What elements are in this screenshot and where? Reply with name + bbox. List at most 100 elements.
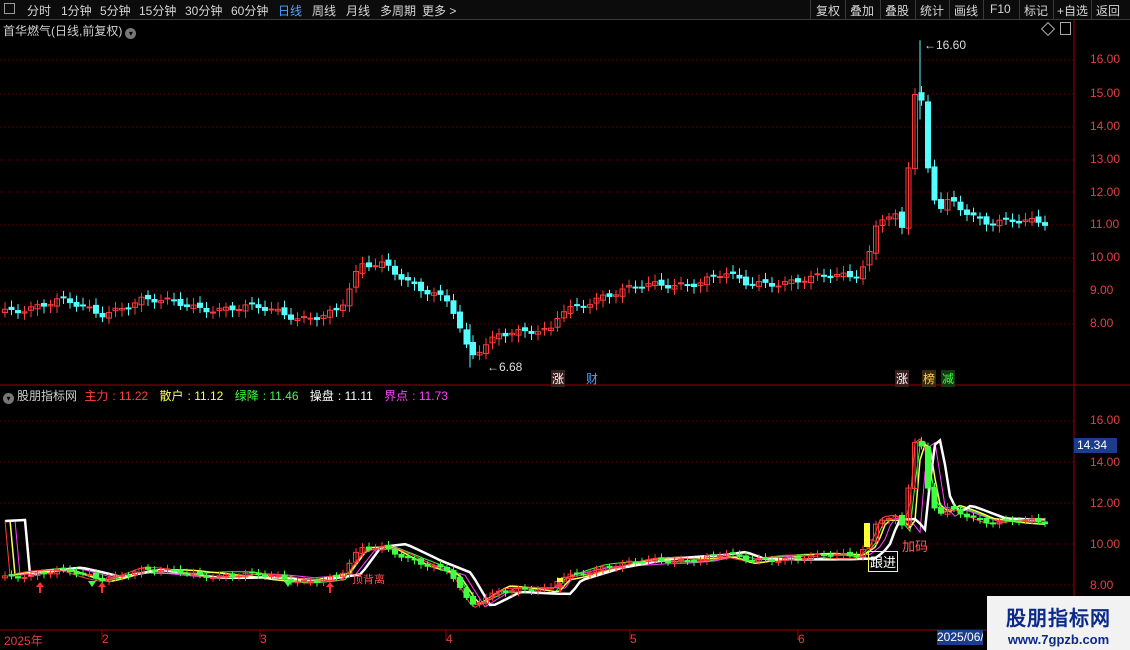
- collapse-icon[interactable]: ▾: [3, 393, 14, 404]
- candle-body: [762, 556, 769, 560]
- event-marker[interactable]: 涨: [895, 370, 910, 387]
- candle-body: [405, 555, 411, 559]
- candle-body: [1035, 216, 1042, 223]
- candle-body: [145, 566, 151, 570]
- candle-body: [509, 590, 515, 593]
- candle-body: [528, 330, 535, 334]
- candle-body: [99, 312, 106, 318]
- candle-body: [801, 557, 808, 560]
- candle-body: [606, 293, 613, 297]
- y-tick-label: 12.00: [1090, 185, 1121, 199]
- candle-body: [847, 551, 853, 557]
- signal-label: 跟进: [868, 551, 899, 572]
- event-marker[interactable]: 财: [586, 370, 598, 387]
- candle-body: [684, 284, 691, 287]
- y-tick-label: 16.00: [1090, 52, 1121, 66]
- candle-body: [502, 590, 509, 593]
- candle-body: [580, 305, 587, 308]
- current-value-badge: 14.34: [1074, 438, 1117, 453]
- candle-body: [983, 216, 990, 225]
- candle-body: [964, 513, 970, 518]
- candle-body: [203, 307, 210, 313]
- candle-body: [450, 570, 457, 579]
- candle-body: [125, 307, 132, 310]
- date-label: 3: [260, 632, 267, 646]
- candle-body: [184, 572, 190, 575]
- signal-bar: [864, 523, 870, 547]
- candle-body: [983, 517, 990, 524]
- candle-body: [171, 299, 177, 302]
- candle-body: [41, 302, 47, 307]
- candle-body: [177, 569, 184, 574]
- candle-body: [502, 332, 509, 337]
- candle-body: [658, 279, 665, 286]
- candle-body: [795, 278, 801, 283]
- buy-arrow-icon: [36, 582, 44, 593]
- candle-body: [119, 574, 125, 577]
- y-tick-label: 14.00: [1090, 455, 1121, 469]
- candle-body: [424, 289, 431, 295]
- candle-body: [8, 574, 15, 577]
- candle-body: [15, 576, 21, 579]
- candle-body: [281, 574, 288, 580]
- candle-body: [658, 557, 665, 562]
- candle-body: [197, 302, 203, 308]
- window-icon[interactable]: [1060, 22, 1071, 35]
- main-chart-title: 首华燃气(日线,前复权) ▾: [3, 22, 137, 39]
- candle-body: [203, 574, 210, 578]
- candle-body: [301, 579, 307, 582]
- candle-body: [93, 572, 99, 579]
- candle-body: [411, 558, 418, 561]
- candle-body: [730, 271, 736, 274]
- candle-body: [15, 310, 21, 314]
- candle-body: [366, 546, 372, 550]
- candle-body: [970, 212, 977, 216]
- candle-body: [1042, 222, 1048, 226]
- candle-body: [86, 573, 93, 576]
- candle-body: [314, 580, 320, 583]
- candle-body: [964, 209, 970, 215]
- candle-body: [925, 101, 931, 169]
- current-date-badge: 2025/06/10: [937, 630, 983, 645]
- candle-body: [236, 575, 242, 578]
- candle-body: [418, 558, 424, 565]
- candle-body: [145, 294, 151, 300]
- candle-body: [938, 507, 944, 514]
- candle-body: [288, 314, 294, 320]
- candle-body: [255, 304, 262, 309]
- candle-body: [21, 576, 28, 579]
- candle-body: [769, 559, 775, 562]
- event-marker[interactable]: 涨: [551, 370, 566, 387]
- candle-body: [73, 302, 80, 307]
- indicator-title-bar: ▾ 股朋指标网 主力: 11.22 散户: 11.12 绿降: 11.46 操盘:…: [3, 387, 456, 404]
- dropdown-icon[interactable]: ▾: [125, 28, 137, 39]
- event-marker[interactable]: 减: [941, 370, 956, 387]
- stock-title: 首华燃气(日线,前复权): [3, 24, 123, 38]
- candle-body: [268, 575, 275, 578]
- candle-body: [665, 285, 671, 289]
- candle-body: [171, 569, 177, 572]
- candle-body: [372, 548, 379, 551]
- watermark-logo: 股朋指标网 www.7gpzb.com: [987, 596, 1130, 650]
- candle-body: [177, 298, 184, 306]
- candle-body: [827, 275, 834, 279]
- candle-body: [398, 553, 405, 558]
- y-tick-label: 13.00: [1090, 152, 1121, 166]
- candle-body: [710, 274, 717, 277]
- kline-chart[interactable]: [0, 0, 1130, 650]
- candle-body: [307, 580, 314, 583]
- candle-body: [775, 560, 782, 563]
- candle-body: [957, 201, 964, 211]
- y-tick-label: 11.00: [1090, 217, 1120, 231]
- candle-body: [970, 515, 977, 518]
- candle-body: [528, 589, 535, 592]
- candle-body: [938, 198, 944, 209]
- candle-body: [47, 572, 54, 575]
- candle-body: [795, 556, 801, 560]
- signal-label: 加码: [902, 539, 929, 554]
- high-price-label: ←16.60: [924, 38, 967, 52]
- candle-body: [450, 300, 457, 314]
- candle-body: [80, 304, 86, 307]
- event-marker[interactable]: 榜: [922, 370, 937, 387]
- indicator-name: 股朋指标网: [17, 389, 78, 403]
